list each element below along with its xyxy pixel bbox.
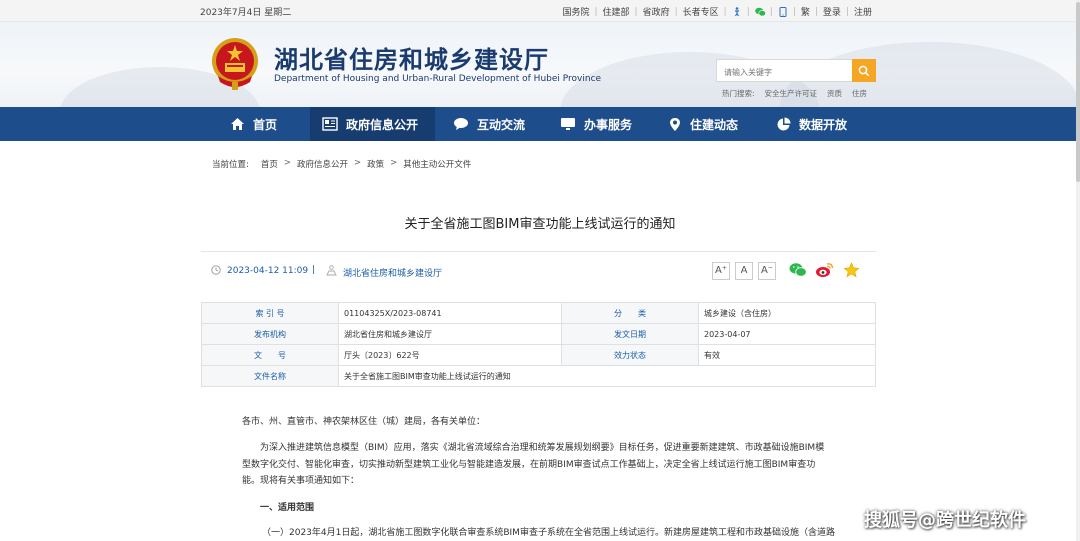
location-icon (670, 117, 680, 131)
status-value: 有效 (698, 344, 876, 366)
hot-search-item[interactable]: 安全生产许可证 (765, 88, 818, 99)
breadcrumb-label: 当前位置: (212, 160, 249, 170)
search-input[interactable] (717, 62, 853, 83)
link-mohurd[interactable]: 住建部 (603, 5, 630, 18)
paragraph-line: （一）2023年4月1日起，湖北省施工图数字化联合审查系统BIM审查子系统在全省… (262, 528, 835, 538)
docno-label: 文 号 (201, 344, 339, 366)
paragraph-line: 型数字化交付、智能化审查，切实推动新型建筑工业化与智能建造发展，在前期BIM审查… (242, 460, 816, 470)
nav-interaction[interactable]: 互动交流 (440, 107, 545, 141)
title-divider (201, 251, 876, 252)
login-link[interactable]: 登录 (823, 5, 841, 18)
meta-divider: | (312, 265, 316, 275)
document-info-table: 索 引 号 01104325X/2023-08741 分 类 城乡建设（含住房）… (201, 302, 876, 387)
issuer-label: 发布机构 (201, 323, 339, 345)
national-emblem-icon[interactable] (210, 36, 260, 91)
table-row: 索 引 号 01104325X/2023-08741 分 类 城乡建设（含住房） (201, 302, 876, 324)
nav-services[interactable]: 办事服务 (550, 107, 650, 141)
breadcrumb-policy[interactable]: 政策 (367, 158, 384, 170)
site-title[interactable]: 湖北省住房和城乡建设厅 (274, 40, 549, 75)
current-date: 2023年7月4日 星期二 (200, 8, 292, 18)
link-state-council[interactable]: 国务院 (562, 5, 589, 18)
breadcrumb: 当前位置: 首页 > 政府信息公开 > 政策 > 其他主动公开文件 (212, 158, 472, 170)
link-elderly-zone[interactable]: 长者专区 (683, 5, 719, 18)
scrollbar[interactable] (1076, 0, 1080, 541)
share-wechat-icon[interactable] (789, 262, 807, 281)
mobile-icon[interactable] (778, 6, 788, 17)
font-increase-button[interactable]: A⁺ (712, 262, 730, 280)
font-decrease-button[interactable]: A⁻ (758, 262, 776, 280)
top-links: 国务院 | 住建部 | 省政府 | 长者专区 | | | | 繁 | 登录 | … (562, 5, 872, 18)
hot-search-item[interactable]: 资质 (827, 88, 842, 99)
filename-value: 关于全省施工图BIM审查功能上线试运行的通知 (338, 365, 876, 387)
breadcrumb-gov-info[interactable]: 政府信息公开 (297, 158, 348, 170)
docno-value: 厅头〔2023〕622号 (338, 344, 562, 366)
home-icon (231, 118, 244, 130)
hot-search-label: 热门搜索: (722, 89, 755, 98)
status-label: 效力状态 (561, 344, 699, 366)
article-meta: 2023-04-12 11:09 | 湖北省住房和城乡建设厅 A⁺ A A⁻ (201, 258, 876, 286)
register-link[interactable]: 注册 (854, 5, 872, 18)
nav-news[interactable]: 住建动态 (660, 107, 760, 141)
nav-home[interactable]: 首页 (215, 107, 310, 141)
clock-icon (211, 265, 221, 278)
share-weibo-icon[interactable] (815, 262, 834, 281)
accessibility-icon[interactable] (732, 6, 742, 17)
salutation: 各市、州、直管市、神农架林区住（城）建局，各有关单位： (242, 417, 486, 427)
nav-gov-info[interactable]: 政府信息公开 (310, 107, 435, 141)
wechat-icon[interactable] (754, 7, 766, 17)
site-subtitle: Department of Housing and Urban-Rural De… (274, 74, 602, 84)
breadcrumb-home[interactable]: 首页 (261, 158, 278, 170)
favorite-star-icon[interactable] (843, 262, 860, 281)
monitor-icon (561, 118, 575, 130)
date-value: 2023-04-07 (698, 323, 876, 345)
index-label: 索 引 号 (201, 302, 339, 324)
table-row: 文 号 厅头〔2023〕622号 效力状态 有效 (201, 344, 876, 366)
breadcrumb-other-files[interactable]: 其他主动公开文件 (403, 158, 471, 170)
date-label: 发文日期 (561, 323, 699, 345)
top-bar: 2023年7月4日 星期二 国务院 | 住建部 | 省政府 | 长者专区 | |… (0, 0, 1080, 22)
hot-search: 热门搜索: 安全生产许可证 资质 住房 (722, 88, 877, 99)
search-icon (858, 65, 870, 76)
paragraph-line: 为深入推进建筑信息模型（BIM）应用，落实《湖北省流域综合治理和统筹发展规划纲要… (260, 443, 825, 453)
scrollbar-thumb[interactable] (1076, 2, 1080, 182)
font-default-button[interactable]: A (735, 262, 753, 280)
article-title: 关于全省施工图BIM审查功能上线试运行的通知 (404, 217, 676, 232)
main-nav: 首页 政府信息公开 互动交流 办事服务 住建动态 数据开放 (0, 107, 1080, 141)
paragraph-line: 能。现将有关事项通知如下： (242, 476, 360, 486)
nav-open-data[interactable]: 数据开放 (770, 107, 870, 141)
pie-chart-icon (777, 117, 791, 130)
publish-time: 2023-04-12 11:09 (227, 266, 309, 276)
source-icon (326, 265, 337, 279)
search-button[interactable] (852, 59, 876, 82)
table-row: 发布机构 湖北省住房和城乡建设厅 发文日期 2023-04-07 (201, 323, 876, 345)
article-source: 湖北省住房和城乡建设厅 (343, 269, 443, 279)
watermark: 搜狐号@跨世纪软件 (864, 510, 1026, 531)
issuer-value: 湖北省住房和城乡建设厅 (338, 323, 562, 345)
filename-label: 文件名称 (201, 365, 339, 387)
traditional-chinese-link[interactable]: 繁 (801, 5, 810, 18)
search-box (716, 59, 876, 83)
hot-search-item[interactable]: 住房 (852, 88, 867, 99)
link-provincial-gov[interactable]: 省政府 (643, 5, 670, 18)
table-row: 文件名称 关于全省施工图BIM审查功能上线试运行的通知 (201, 365, 876, 387)
category-label: 分 类 (561, 302, 699, 324)
chat-icon (454, 118, 468, 130)
category-value: 城乡建设（含住房） (698, 302, 876, 324)
site-header: 湖北省住房和城乡建设厅 Department of Housing and Ur… (0, 22, 1080, 107)
document-icon (322, 117, 338, 131)
section-heading: 一、适用范围 (260, 503, 315, 513)
index-value: 01104325X/2023-08741 (338, 302, 562, 324)
